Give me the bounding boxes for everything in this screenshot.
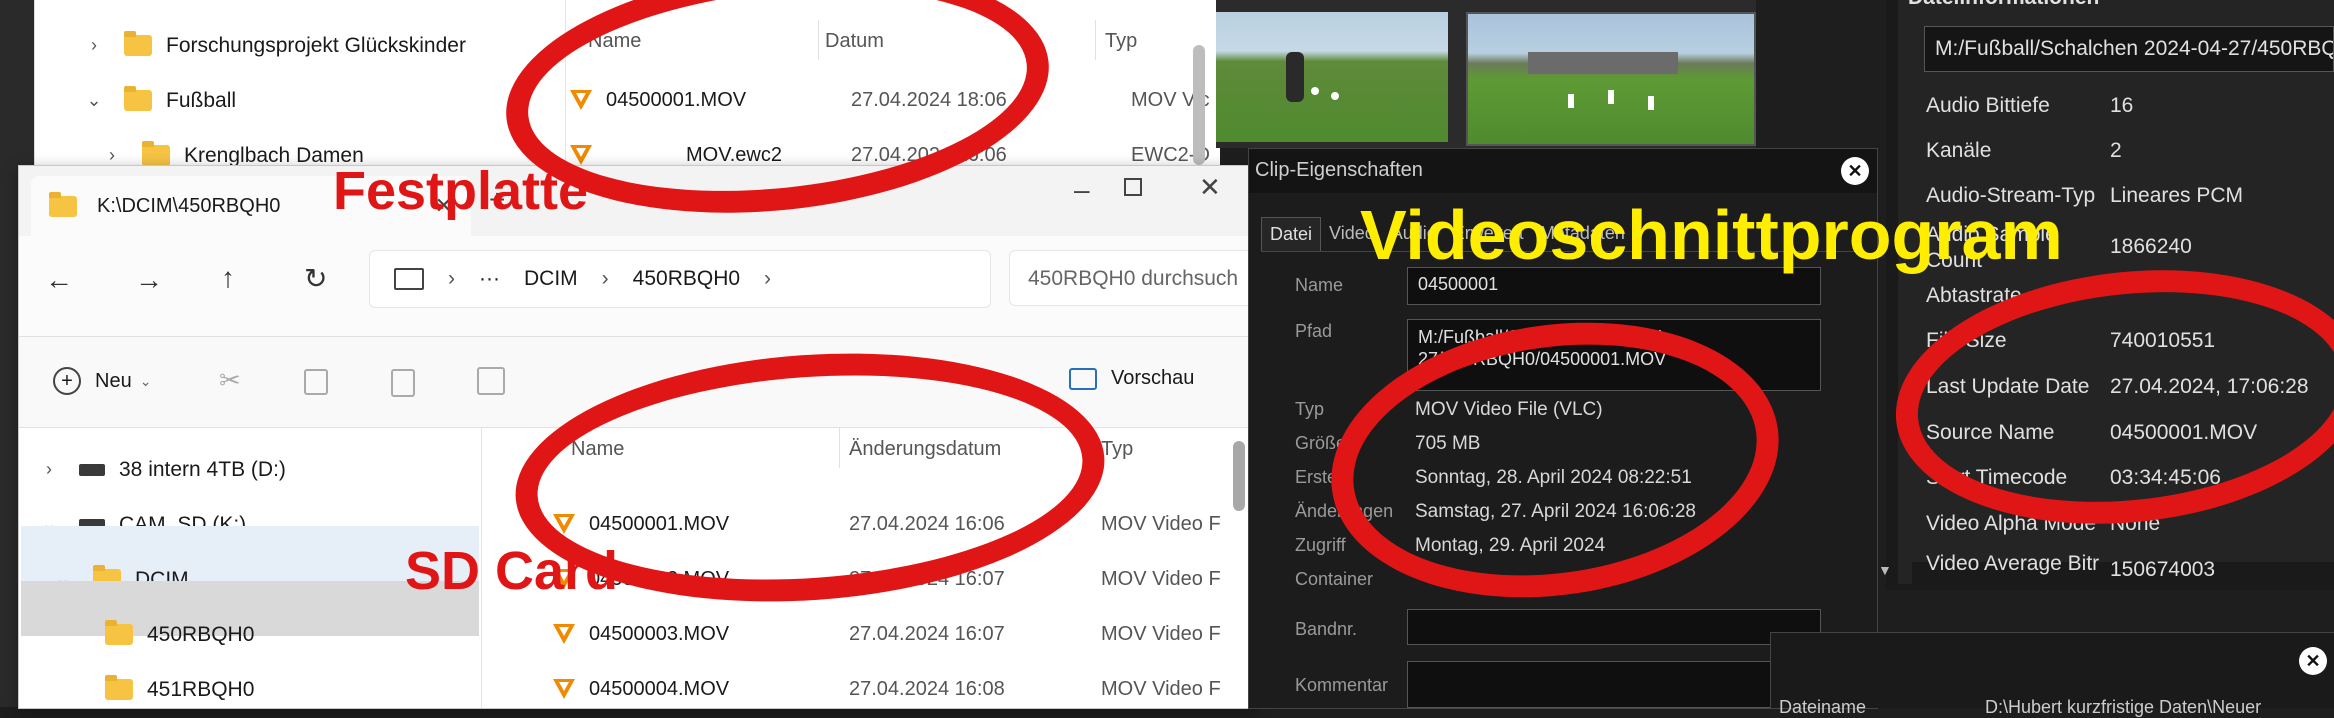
up-icon[interactable]: ↑ (221, 262, 235, 294)
name-label: Name (1295, 275, 1344, 295)
path-label: Pfad (1295, 321, 1333, 341)
chevron-right-icon: › (601, 267, 609, 290)
filename-value: D:\Hubert kurzfristige Daten\Neuer (1985, 697, 2262, 717)
chevron-right-icon[interactable]: › (80, 35, 108, 56)
new-button-label: Neu (95, 369, 132, 392)
paste-icon[interactable] (391, 369, 415, 397)
search-input[interactable]: 450RBQH0 durchsuch (1009, 250, 1259, 306)
info-label: Video Average Bitr (1926, 552, 2100, 575)
drive-icon (79, 463, 105, 476)
forward-icon[interactable]: → (135, 264, 163, 296)
chevron-right-icon: › (448, 267, 455, 290)
annotation-festplatte: Festplatte (333, 161, 589, 221)
file-date: 27.04.2024 16:07 (849, 623, 1005, 645)
close-icon[interactable]: ✕ (2299, 647, 2327, 675)
copy-icon[interactable] (304, 369, 328, 395)
maximize-icon[interactable] (1124, 178, 1142, 196)
close-window-icon[interactable]: ✕ (1199, 172, 1221, 203)
annotation-sd-card: SD Card (405, 541, 619, 601)
tree-item-451rbqh0[interactable]: 451RBQH0 (105, 662, 254, 717)
computer-icon (394, 268, 424, 290)
video-thumbnail[interactable] (1466, 12, 1756, 146)
panel-header: Dateiinformationen (1908, 0, 2099, 10)
file-name: 04500004.MOV (589, 678, 730, 700)
tab-title: K:\DCIM\450RBQH0 (97, 194, 281, 217)
tree-item-label: 450RBQH0 (147, 622, 255, 646)
folder-icon (105, 620, 133, 645)
tree-item-forschungsprojekt[interactable]: › Forschungsprojekt Glückskinder (80, 18, 466, 73)
file-row[interactable]: 04500004.MOV 27.04.2024 16:08 MOV Video … (553, 662, 1221, 717)
plus-icon: + (53, 367, 81, 395)
refresh-icon[interactable]: ↻ (304, 262, 327, 295)
folder-icon (142, 141, 170, 166)
breadcrumb-item[interactable]: DCIM (524, 267, 578, 291)
tree-item-label: Forschungsprojekt Glückskinder (166, 33, 466, 57)
preview-button[interactable]: Vorschau (1069, 367, 1194, 390)
path-field[interactable]: M:/Fußball/Schalchen 2024-04-27/450RBQH0 (1924, 26, 2334, 72)
chevron-right-icon[interactable]: › (98, 145, 126, 166)
breadcrumb-item[interactable]: 450RBQH0 (633, 267, 740, 291)
column-header-type[interactable]: Typ (1101, 438, 1133, 461)
dialog-title: Clip-Eigenschaften (1255, 159, 1423, 181)
file-name: 04500003.MOV (589, 623, 730, 645)
scrollbar-thumb[interactable] (1233, 441, 1245, 511)
chevron-right-icon[interactable]: › (35, 459, 63, 480)
tree-item-label: 451RBQH0 (147, 677, 255, 701)
info-label: Audio Bittiefe (1926, 94, 2050, 117)
tree-item-450rbqh0[interactable]: 450RBQH0 (105, 607, 254, 662)
back-icon[interactable]: ← (45, 264, 73, 296)
breadcrumb[interactable]: › ··· DCIM › 450RBQH0 › (369, 250, 991, 308)
save-dialog: ✕ Dateiname D:\Hubert kurzfristige Daten… (1770, 632, 2334, 717)
vlc-icon (553, 623, 575, 646)
file-type: MOV Video F (1101, 678, 1221, 700)
folder-icon (124, 86, 152, 111)
info-label: Kanäle (1926, 139, 1992, 162)
tab-datei[interactable]: Datei (1261, 217, 1322, 251)
vlc-icon (553, 678, 575, 701)
tape-label: Bandnr. (1295, 619, 1358, 639)
file-type: MOV Video F (1101, 568, 1221, 590)
preview-button-label: Vorschau (1111, 367, 1195, 389)
video-thumbnail[interactable] (1216, 12, 1448, 142)
file-type: MOV Video F (1101, 513, 1221, 535)
chevron-right-icon: › (764, 267, 772, 290)
folder-icon (105, 675, 133, 700)
tree-item-label: 38 intern 4TB (D:) (119, 457, 286, 481)
dropdown-arrow-icon[interactable]: ▼ (1878, 562, 1892, 578)
folder-icon (124, 31, 152, 56)
prop-label: Container (1295, 569, 1374, 589)
comment-field[interactable] (1407, 661, 1821, 708)
chevron-down-icon[interactable]: ⌄ (80, 90, 108, 111)
info-value: 1866240 (2110, 235, 2192, 258)
more-icon[interactable]: ··· (479, 267, 500, 291)
cut-icon[interactable]: ✂ (219, 365, 241, 396)
minimize-icon[interactable]: – (1074, 174, 1090, 206)
file-row[interactable]: 04500003.MOV 27.04.2024 16:07 MOV Video … (553, 607, 1221, 662)
info-value: 16 (2110, 94, 2134, 117)
column-header-type[interactable]: Typ (1105, 30, 1137, 53)
folder-icon (49, 191, 77, 217)
tree-item-label: Fußball (166, 88, 237, 112)
rename-icon[interactable] (477, 367, 505, 395)
scrollbar-thumb[interactable] (1193, 45, 1205, 165)
comment-label: Kommentar (1295, 675, 1389, 695)
file-date: 27.04.2024 16:08 (849, 678, 1005, 700)
preview-pane-icon (1069, 367, 1097, 390)
info-value: 2 (2110, 139, 2122, 162)
tree-item-drive-d[interactable]: › 38 intern 4TB (D:) (35, 442, 286, 497)
prop-label: Zugriff (1295, 535, 1346, 555)
address-bar-row: ← → ↑ ↻ › ··· DCIM › 450RBQH0 › 450RBQH0… (19, 236, 1259, 336)
new-button[interactable]: + Neu ⌄ (53, 367, 151, 395)
filename-label: Dateiname (1779, 697, 1867, 717)
info-value: Lineares PCM (2110, 184, 2244, 207)
close-icon[interactable]: ✕ (1841, 157, 1869, 185)
file-type: MOV Video F (1101, 623, 1221, 645)
tape-field[interactable] (1407, 609, 1821, 645)
tree-item-fussball[interactable]: ⌄ Fußball (80, 73, 236, 128)
chevron-down-icon: ⌄ (139, 372, 152, 389)
annotation-videoschnitt: Videoschnittprogram (1360, 196, 2063, 274)
prop-label: Typ (1295, 399, 1325, 419)
info-value: 150674003 (2110, 558, 2216, 581)
